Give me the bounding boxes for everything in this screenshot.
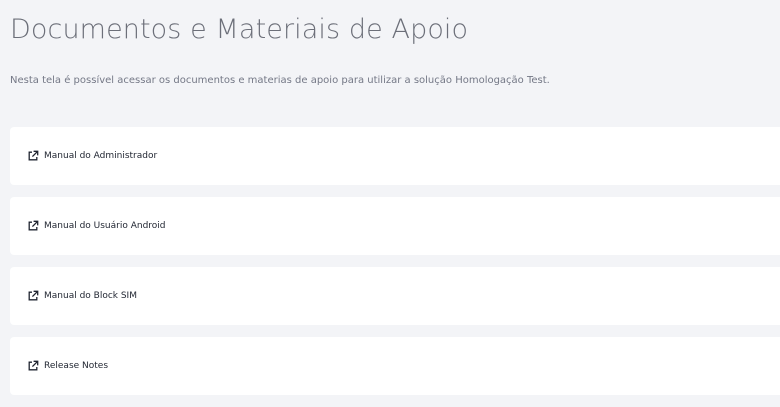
- document-link-release-notes[interactable]: Release Notes: [10, 337, 780, 395]
- page-subtitle: Nesta tela é possível acessar os documen…: [10, 75, 550, 86]
- external-link-icon: [26, 149, 40, 163]
- external-link-icon: [26, 289, 40, 303]
- document-label: Manual do Administrador: [44, 151, 158, 161]
- document-link-manual-block-sim[interactable]: Manual do Block SIM: [10, 267, 780, 325]
- page-title: Documentos e Materiais de Apoio: [10, 14, 469, 45]
- external-link-icon: [26, 359, 40, 373]
- documents-list: Manual do Administrador Manual do Usuári…: [10, 127, 780, 407]
- document-link-manual-usuario-android[interactable]: Manual do Usuário Android: [10, 197, 780, 255]
- document-label: Manual do Usuário Android: [44, 221, 166, 231]
- external-link-icon: [26, 219, 40, 233]
- documents-page: Documentos e Materiais de Apoio Nesta te…: [0, 0, 780, 407]
- document-link-manual-administrador[interactable]: Manual do Administrador: [10, 127, 780, 185]
- document-label: Release Notes: [44, 361, 109, 371]
- document-label: Manual do Block SIM: [44, 291, 137, 301]
